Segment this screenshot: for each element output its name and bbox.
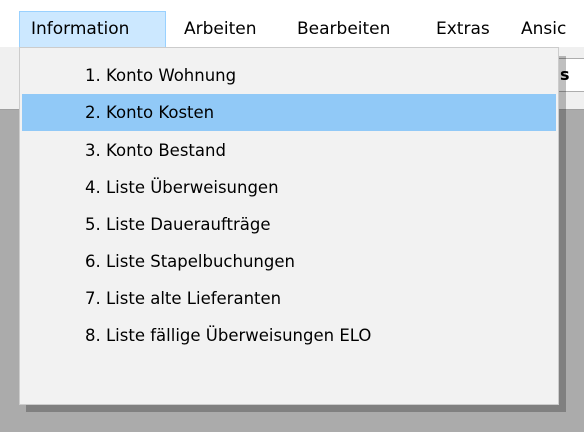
- information-dropdown-menu: 1. Konto Wohnung 2. Konto Kosten 3. Kont…: [19, 47, 559, 405]
- menu-extras[interactable]: Extras: [436, 11, 490, 47]
- menu-bar: Information Arbeiten Bearbeiten Extras A…: [0, 0, 584, 47]
- menu-item-konto-wohnung[interactable]: 1. Konto Wohnung: [22, 57, 556, 94]
- menu-item-liste-ueberweisungen[interactable]: 4. Liste Überweisungen: [22, 169, 556, 206]
- menu-item-label: 3. Konto Bestand: [85, 141, 226, 160]
- menu-item-label: 7. Liste alte Lieferanten: [85, 289, 282, 308]
- menu-information[interactable]: Information: [19, 11, 166, 47]
- menu-item-label: 5. Liste Daueraufträge: [85, 215, 271, 234]
- menu-item-konto-kosten[interactable]: 2. Konto Kosten: [22, 94, 556, 131]
- menu-arbeiten[interactable]: Arbeiten: [184, 11, 257, 47]
- menu-ansicht[interactable]: Ansic: [521, 11, 566, 47]
- menu-item-konto-bestand[interactable]: 3. Konto Bestand: [22, 132, 556, 169]
- menu-item-label: 4. Liste Überweisungen: [85, 178, 279, 197]
- menu-item-label: 8. Liste fällige Überweisungen ELO: [85, 326, 372, 345]
- menu-item-liste-faellige-ueberweisungen-elo[interactable]: 8. Liste fällige Überweisungen ELO: [22, 317, 556, 354]
- menu-item-label: 2. Konto Kosten: [85, 103, 215, 122]
- menu-bearbeiten[interactable]: Bearbeiten: [297, 11, 390, 47]
- menu-item-label: 6. Liste Stapelbuchungen: [85, 252, 295, 271]
- menu-item-liste-dauerauftraege[interactable]: 5. Liste Daueraufträge: [22, 206, 556, 243]
- menu-item-liste-stapelbuchungen[interactable]: 6. Liste Stapelbuchungen: [22, 243, 556, 280]
- menu-item-label: 1. Konto Wohnung: [85, 66, 237, 85]
- menu-item-liste-alte-lieferanten[interactable]: 7. Liste alte Lieferanten: [22, 280, 556, 317]
